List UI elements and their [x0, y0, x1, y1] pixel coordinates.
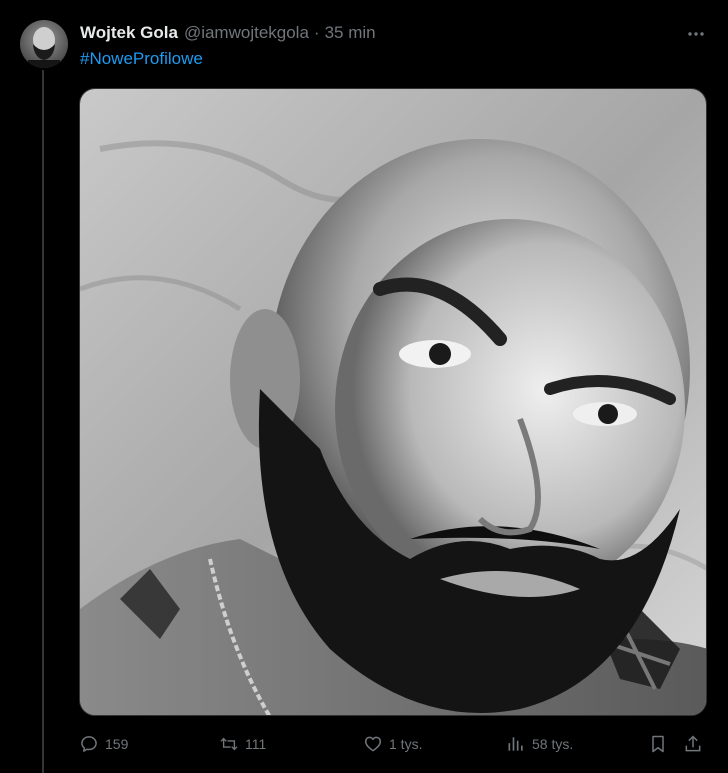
share-button[interactable]	[683, 731, 703, 757]
selfie-photo-image	[80, 89, 706, 715]
heart-icon	[363, 734, 383, 754]
separator-dot: ·	[313, 23, 320, 42]
reply-count: 159	[105, 736, 129, 752]
avatar[interactable]	[20, 20, 68, 68]
avatar-photo-icon	[20, 20, 68, 68]
like-button[interactable]: 1 tys.	[363, 731, 422, 757]
display-name[interactable]: Wojtek Gola	[80, 23, 178, 43]
views-chart-icon	[506, 734, 526, 754]
timestamp[interactable]: 35 min	[325, 23, 376, 43]
thread-line	[42, 70, 44, 773]
hashtag-link[interactable]: #NoweProfilowe	[80, 49, 203, 69]
more-dots-icon	[688, 32, 704, 36]
bookmark-button[interactable]	[648, 731, 668, 757]
user-handle[interactable]: @iamwojtekgola	[184, 23, 309, 43]
retweet-icon	[219, 734, 239, 754]
reply-icon	[79, 734, 99, 754]
retweet-button[interactable]: 111	[219, 731, 266, 757]
tweet-header: Wojtek Gola @iamwojtekgola · 35 min	[80, 22, 376, 44]
like-count: 1 tys.	[389, 736, 423, 752]
retweet-count: 111	[245, 736, 267, 752]
reply-button[interactable]: 159	[79, 731, 128, 757]
tweet-actions: 159 111 1 tys. 58 tys.	[79, 731, 711, 757]
views-count: 58 tys.	[532, 736, 574, 752]
tweet-photo[interactable]	[79, 88, 707, 716]
share-icon	[683, 734, 703, 754]
views-button[interactable]: 58 tys.	[506, 731, 573, 757]
tweet[interactable]: Wojtek Gola @iamwojtekgola · 35 min #Now…	[0, 0, 728, 773]
bookmark-icon	[648, 734, 668, 754]
more-options-button[interactable]	[684, 22, 708, 46]
